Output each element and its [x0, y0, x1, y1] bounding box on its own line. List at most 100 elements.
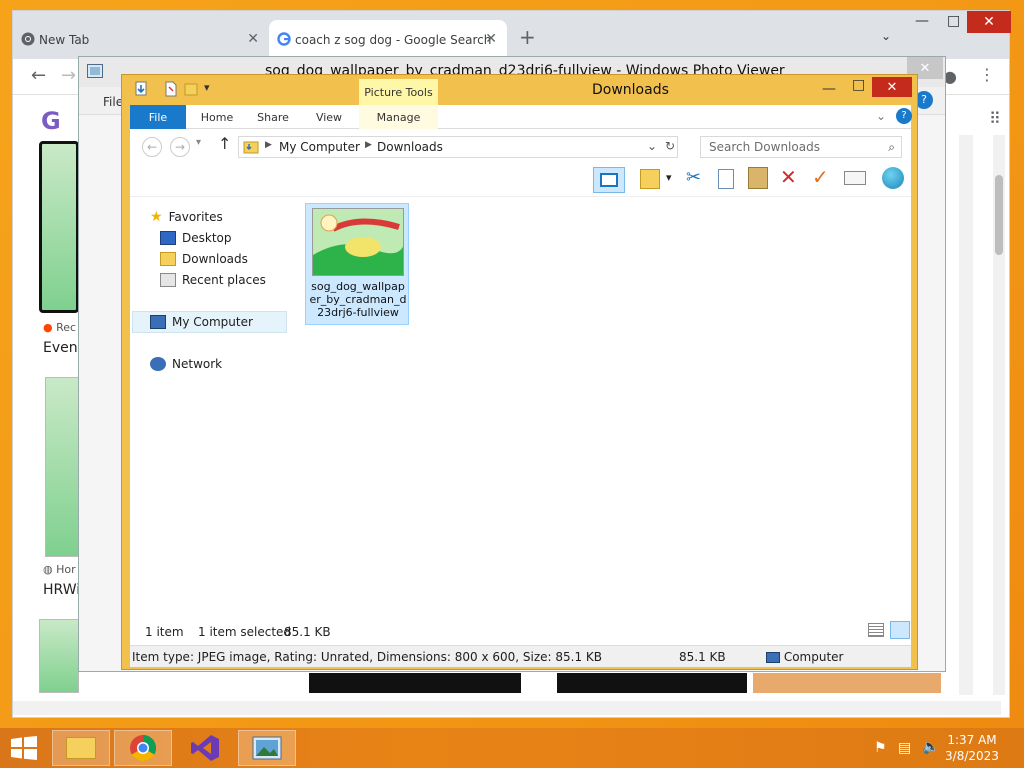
close-window-button[interactable]: ✕ [967, 11, 1011, 33]
up-arrow-icon[interactable]: ↑ [218, 134, 231, 153]
forward-arrow-icon[interactable]: → [61, 65, 76, 86]
chevron-right-icon: ▶ [365, 140, 372, 150]
delete-icon[interactable]: ✕ [780, 165, 797, 189]
forward-button[interactable]: → [170, 137, 190, 157]
star-icon: ★ [150, 209, 163, 225]
result-thumbnail[interactable] [557, 673, 747, 693]
wallpaper-thumbnail-icon [313, 209, 403, 275]
properties-panel-icon[interactable] [844, 171, 866, 185]
close-tab-icon[interactable]: ✕ [485, 31, 497, 47]
menu-icon[interactable]: ⋮ [979, 65, 995, 84]
nav-label: Favorites [168, 210, 223, 224]
item-count: 1 item [145, 625, 184, 639]
photo-viewer-icon [252, 736, 282, 760]
nav-label: My Computer [172, 315, 253, 329]
close-tab-icon[interactable]: ✕ [247, 31, 259, 47]
new-document-icon[interactable] [164, 81, 178, 97]
file-item[interactable]: sog_dog_wallpaper_by_cradman_d23drj6-ful… [305, 203, 409, 325]
new-tab-button[interactable]: + [519, 25, 536, 49]
chrome-tab-new-tab[interactable]: New Tab ✕ [13, 20, 269, 59]
details-view-icon[interactable] [868, 623, 884, 637]
paste-icon[interactable] [748, 167, 768, 189]
volume-icon[interactable]: 🔈 [922, 739, 939, 755]
back-arrow-icon[interactable]: ← [31, 65, 46, 86]
search-input[interactable]: Search Downloads ⌕ [700, 136, 902, 158]
taskbar-photo-viewer[interactable] [238, 730, 296, 766]
taskbar: ⚑ ▤ 🔈 1:37 AM 3/8/2023 [0, 728, 1024, 768]
detail-size: 85.1 KB [679, 650, 726, 664]
address-dropdown-icon[interactable]: ⌄ [647, 139, 657, 153]
tab-search-chevron-icon[interactable]: ⌄ [881, 29, 891, 43]
recent-locations-icon[interactable]: ▾ [196, 137, 201, 148]
copy-icon[interactable] [718, 169, 734, 189]
desktop-icon [160, 231, 176, 245]
nav-network[interactable]: Network [150, 354, 222, 374]
selection-size: 85.1 KB [284, 625, 331, 639]
navigation-pane: ★ Favorites Desktop Downloads Recent pla… [130, 197, 290, 617]
photo-viewer-icon [87, 64, 103, 78]
globe-icon[interactable] [882, 167, 904, 189]
result-thumbnail[interactable] [39, 619, 79, 693]
back-button[interactable]: ← [142, 137, 162, 157]
network-icon [150, 357, 166, 371]
options-dropdown-icon[interactable]: ▾ [666, 171, 672, 184]
result-thumbnail[interactable] [309, 673, 521, 693]
tab-manage[interactable]: Manage [359, 105, 438, 129]
nav-desktop[interactable]: Desktop [160, 228, 232, 248]
maximize-icon[interactable]: □ [947, 13, 960, 29]
result-source: ● Rec [43, 321, 77, 334]
horizontal-scrollbar[interactable] [13, 701, 1001, 715]
result-thumbnail[interactable] [45, 377, 79, 557]
result-caption: HRWi [43, 582, 81, 598]
refresh-icon[interactable]: ↻ [665, 139, 675, 153]
page-scrollbar[interactable] [959, 135, 973, 695]
search-placeholder: Search Downloads [709, 140, 820, 154]
tab-share[interactable]: Share [248, 105, 298, 129]
result-thumbnail[interactable] [39, 141, 79, 313]
minimize-icon[interactable]: — [822, 81, 836, 97]
taskbar-file-explorer[interactable] [52, 730, 110, 766]
nav-downloads[interactable]: Downloads [160, 249, 248, 269]
explorer-window: ▾ Picture Tools Downloads — □ ✕ File Hom… [121, 74, 918, 670]
result-thumbnail[interactable] [753, 673, 941, 693]
clock[interactable]: 1:37 AM 3/8/2023 [942, 732, 1002, 764]
maximize-icon[interactable]: □ [852, 77, 865, 93]
minimize-icon[interactable]: — [915, 13, 929, 29]
preview-pane-icon[interactable] [593, 167, 625, 193]
taskbar-visual-studio[interactable] [176, 730, 234, 766]
chrome-tab-search[interactable]: coach z sog dog - Google Search ✕ [269, 20, 507, 59]
contextual-tab-picture-tools: Picture Tools [359, 79, 438, 105]
qat-dropdown-icon[interactable]: ▾ [204, 81, 210, 94]
address-bar[interactable]: ▶ My Computer ▶ Downloads ⌄ ↻ [238, 136, 678, 158]
expand-ribbon-icon[interactable]: ⌄ [876, 109, 886, 123]
apps-grid-icon[interactable]: ⠿ [989, 109, 1001, 128]
folder-options-icon[interactable] [640, 169, 660, 189]
new-folder-icon[interactable] [184, 81, 198, 97]
file-name: sog_dog_wallpaper_by_cradman_d23drj6-ful… [309, 280, 407, 319]
nav-favorites[interactable]: ★ Favorites [150, 207, 223, 227]
nav-my-computer[interactable]: My Computer [132, 311, 287, 333]
breadcrumb-my-computer[interactable]: My Computer [279, 140, 360, 154]
details-bar: Item type: JPEG image, Rating: Unrated, … [130, 645, 911, 667]
tab-home[interactable]: Home [192, 105, 242, 129]
properties-icon[interactable] [134, 81, 148, 97]
breadcrumb-downloads[interactable]: Downloads [377, 140, 443, 154]
nav-recent-places[interactable]: Recent places [160, 270, 266, 290]
cut-icon[interactable]: ✂ [686, 167, 701, 188]
windows-start-icon[interactable] [10, 736, 38, 760]
tab-view[interactable]: View [304, 105, 354, 129]
folder-download-icon [243, 141, 259, 154]
large-icons-view-icon[interactable] [890, 621, 910, 639]
outer-scrollbar[interactable] [993, 135, 1005, 695]
file-thumbnail [312, 208, 404, 276]
recent-places-icon [160, 273, 176, 287]
network-tray-icon[interactable]: ▤ [898, 740, 911, 756]
visual-studio-icon [191, 735, 219, 761]
tab-file[interactable]: File [130, 105, 186, 129]
help-icon[interactable]: ? [896, 108, 912, 124]
close-window-button[interactable]: ✕ [872, 77, 912, 97]
taskbar-chrome[interactable] [114, 730, 172, 766]
rename-check-icon[interactable]: ✓ [812, 165, 829, 189]
action-center-flag-icon[interactable]: ⚑ [874, 740, 887, 756]
item-details: Item type: JPEG image, Rating: Unrated, … [132, 650, 603, 664]
